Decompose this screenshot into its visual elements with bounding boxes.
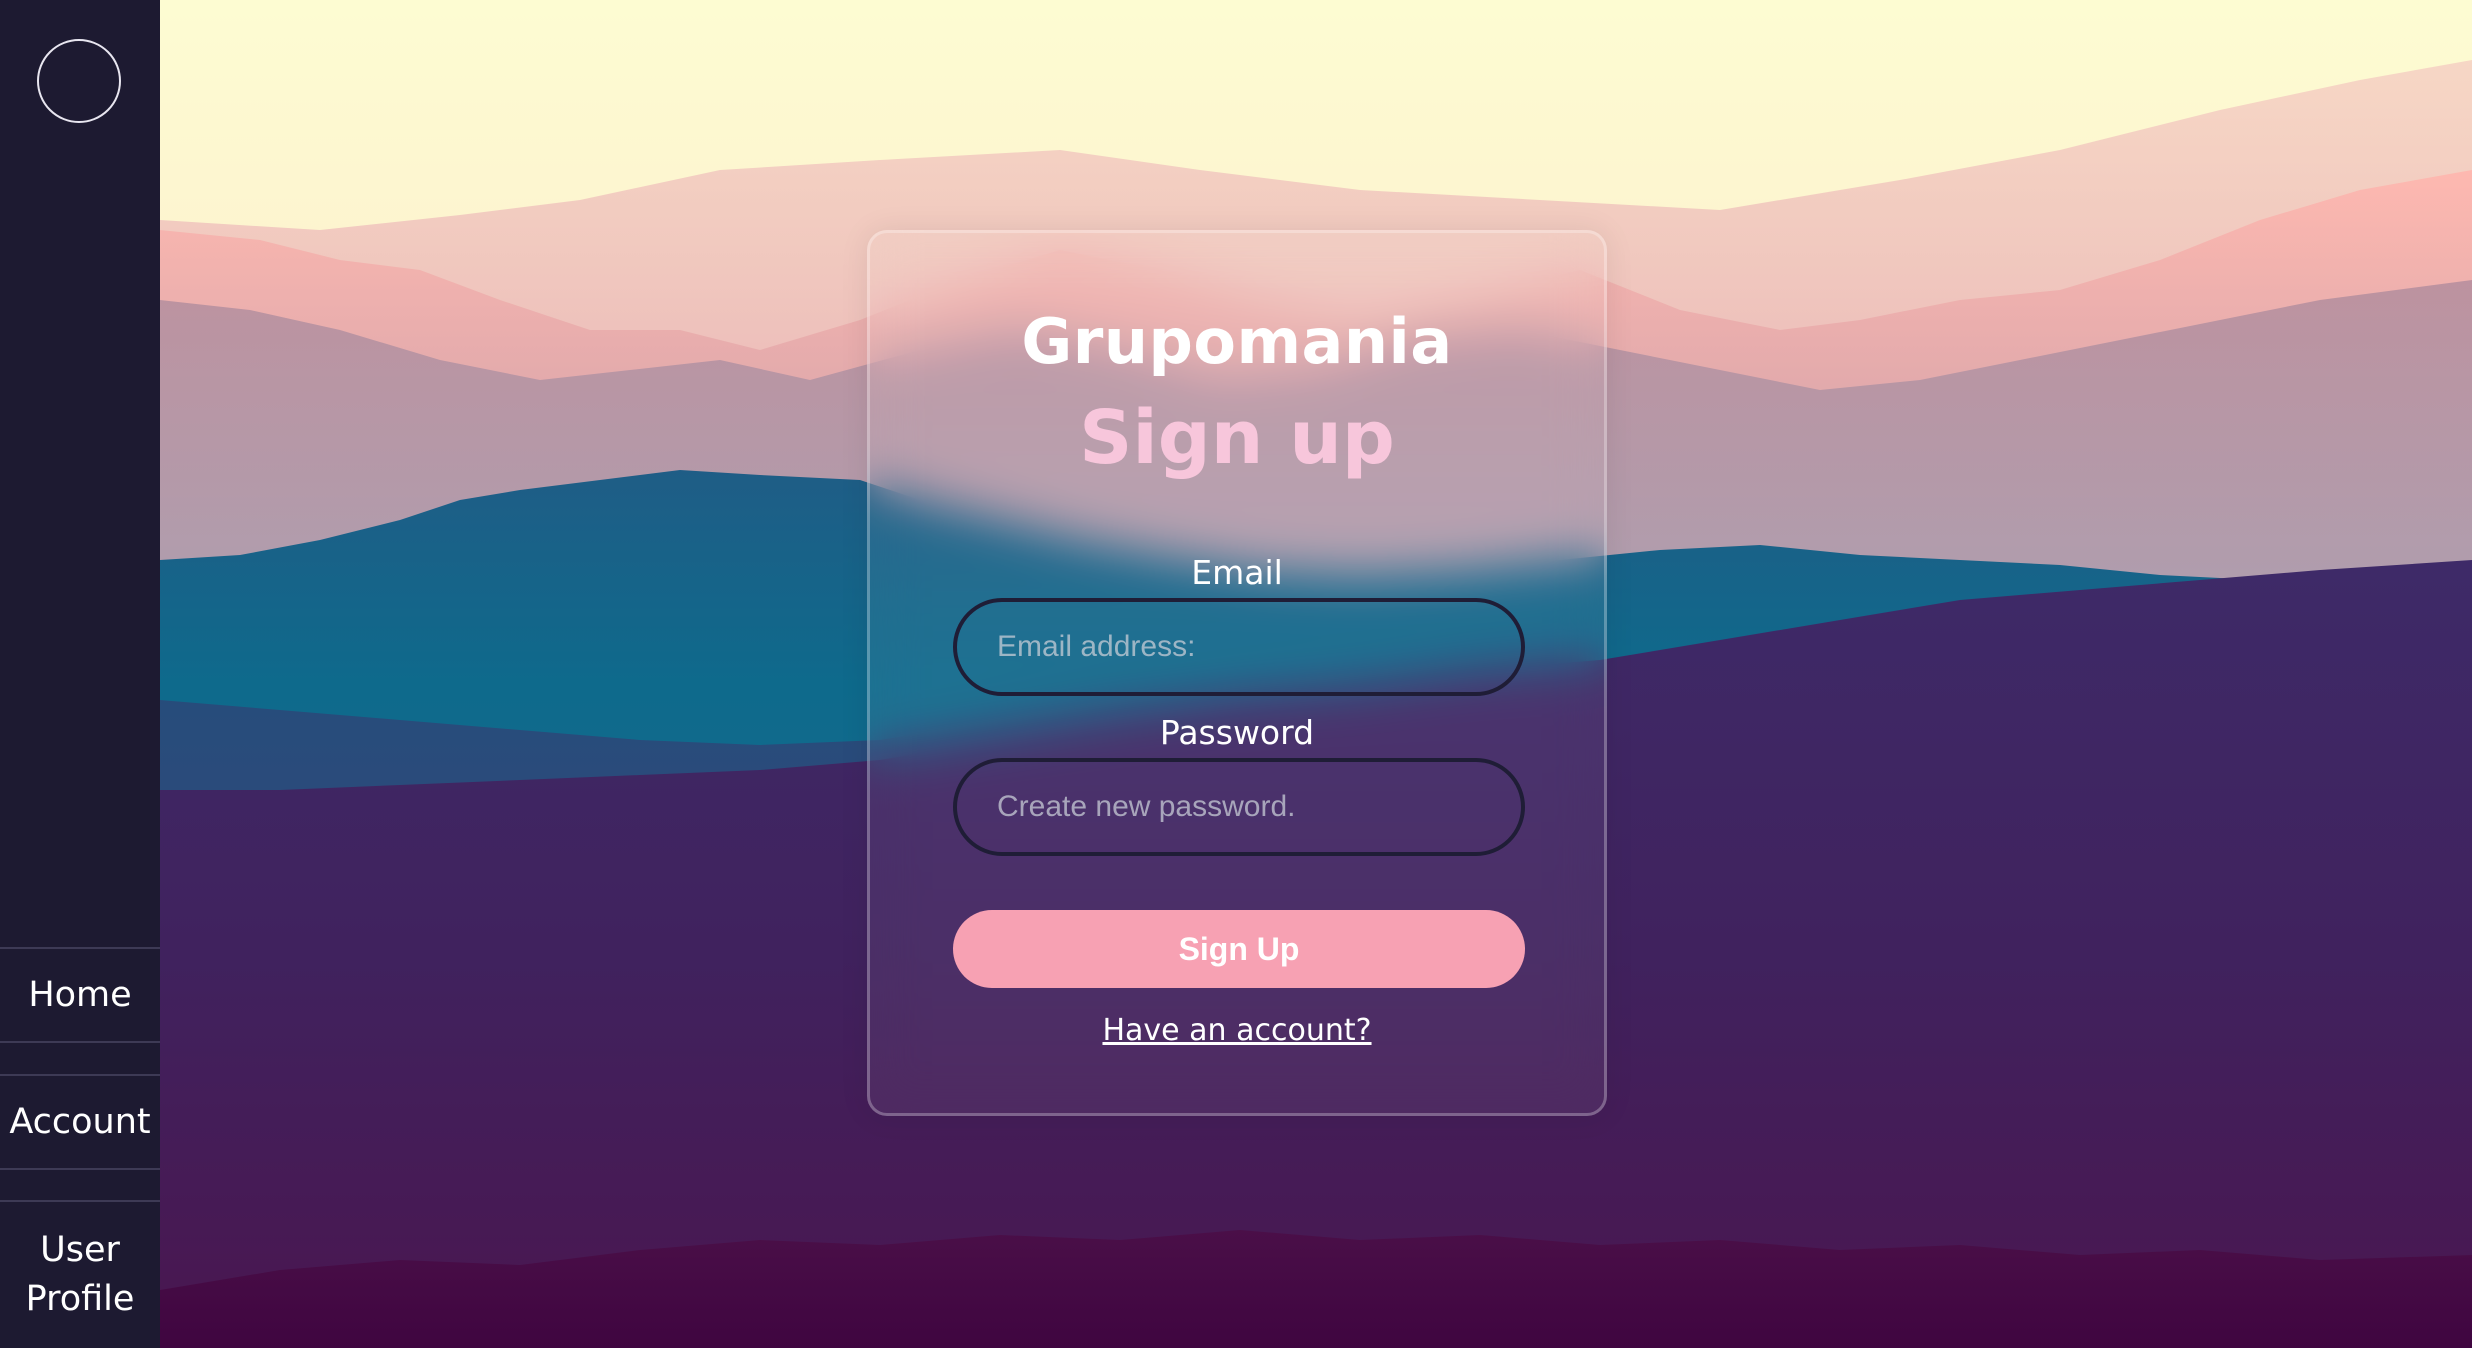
password-field[interactable] bbox=[953, 758, 1525, 856]
sidebar-item-account[interactable]: Account bbox=[0, 1074, 160, 1170]
sidebar-item-label: Home bbox=[28, 974, 132, 1015]
email-field[interactable] bbox=[953, 598, 1525, 696]
sidebar-item-label: Account bbox=[9, 1101, 151, 1142]
sidebar: Home Account User Profile bbox=[0, 0, 160, 1348]
email-label: Email bbox=[1191, 553, 1283, 592]
password-label: Password bbox=[1159, 713, 1315, 752]
sidebar-item-home[interactable]: Home bbox=[0, 947, 160, 1043]
have-account-link[interactable]: Have an account? bbox=[870, 1013, 1604, 1048]
sidebar-item-label: User Profile bbox=[25, 1230, 135, 1319]
sign-up-button[interactable]: Sign Up bbox=[953, 910, 1525, 988]
logo-circle-icon[interactable] bbox=[37, 39, 121, 123]
brand-title: Grupomania bbox=[1021, 305, 1453, 378]
sidebar-item-user-profile[interactable]: User Profile bbox=[0, 1200, 160, 1348]
signup-card: Grupomania Sign up Email Password Sign U… bbox=[867, 230, 1607, 1116]
page-title: Sign up bbox=[1079, 395, 1395, 481]
